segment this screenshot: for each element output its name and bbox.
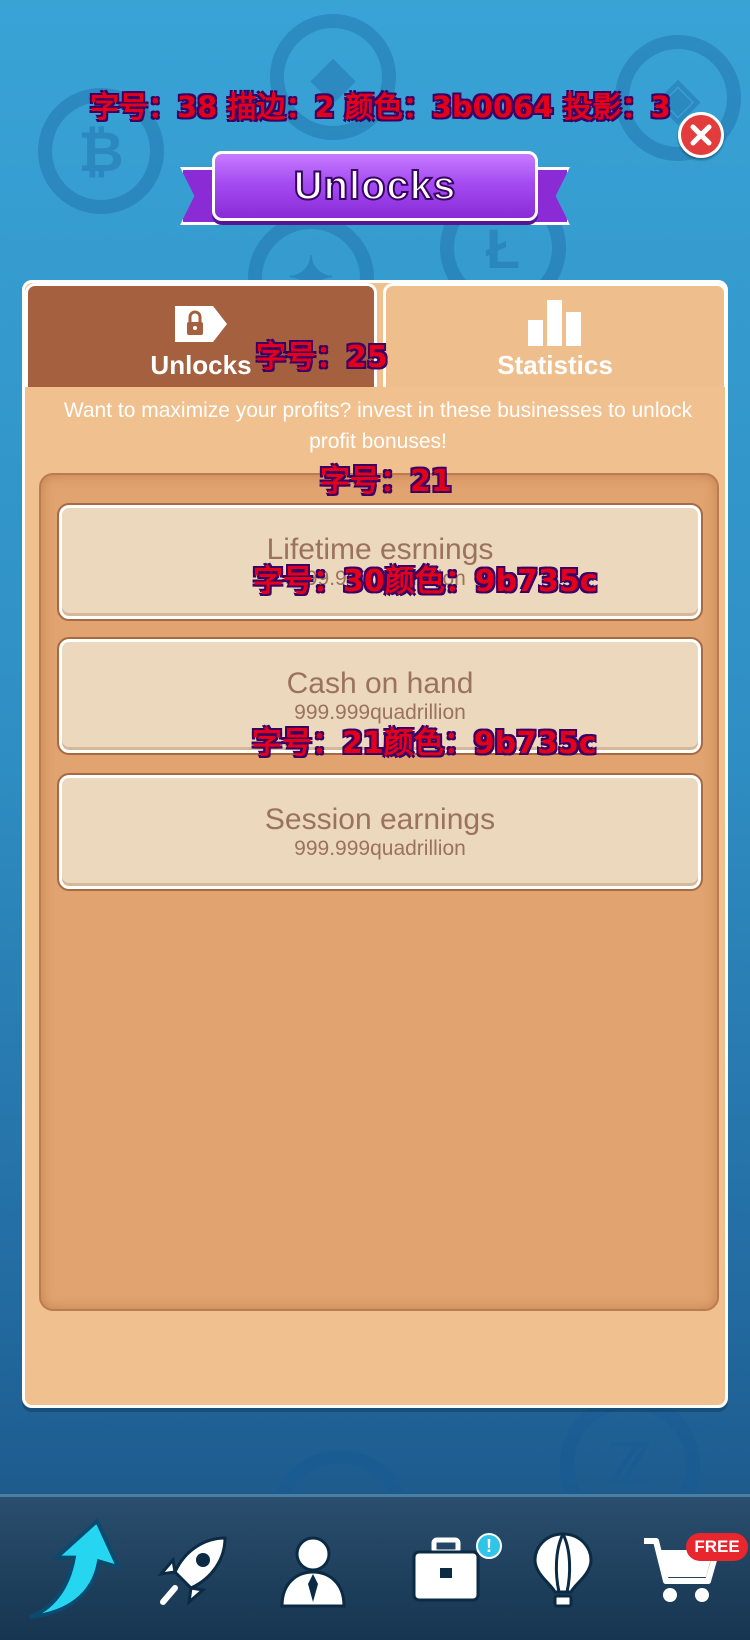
nav-explore-button[interactable] <box>513 1497 613 1640</box>
nav-upgrade-button[interactable] <box>22 1497 122 1640</box>
nav-managers-button[interactable] <box>263 1497 363 1640</box>
unlock-description: Want to maximize your profits? invest in… <box>63 399 693 453</box>
close-icon <box>690 124 712 146</box>
briefcase-icon <box>412 1537 480 1602</box>
bar-chart-icon <box>528 300 581 346</box>
annotation-card-title-spec: 字号：30颜色：9b735c <box>253 564 598 599</box>
level-up-arrow-icon <box>28 1517 122 1620</box>
nav-shop-button[interactable] <box>630 1497 730 1640</box>
stat-value: 999.999quadrillion <box>294 837 466 860</box>
nav-boost-button[interactable] <box>143 1497 243 1640</box>
lock-tag-icon <box>175 306 227 342</box>
stat-title: Session earnings <box>264 803 496 836</box>
annotation-card-value-spec: 字号：21颜色：9b735c <box>252 726 597 761</box>
page-title: Unlocks <box>293 163 457 209</box>
tab-statistics-label: Statistics <box>497 350 613 380</box>
manager-icon <box>280 1536 346 1608</box>
hot-air-balloon-icon <box>533 1532 593 1608</box>
bottom-nav: ! FREE <box>0 1494 750 1640</box>
notification-badge: ! <box>476 1533 502 1559</box>
close-button[interactable] <box>678 112 724 158</box>
stat-card-session: Session earnings 999.999quadrillion <box>57 773 703 891</box>
tab-statistics[interactable]: Statistics <box>383 283 727 387</box>
title-ribbon: Unlocks <box>180 145 570 237</box>
stat-title: Cash on hand <box>286 667 474 700</box>
unlocks-panel: Unlocks Statistics Want to maximize your… <box>22 280 728 1408</box>
rocket-icon <box>157 1536 227 1606</box>
ribbon-body: Unlocks <box>212 151 538 221</box>
tab-unlocks-label: Unlocks <box>150 350 252 380</box>
free-badge: FREE <box>686 1533 748 1561</box>
annotation-tab-spec: 字号：25 <box>256 340 388 375</box>
annotation-title-spec: 字号：38 描边：2 颜色：3b0064 投影：3 <box>90 90 671 124</box>
nav-investments-button[interactable] <box>396 1497 496 1640</box>
annotation-description-spec: 字号：21 <box>320 464 452 499</box>
